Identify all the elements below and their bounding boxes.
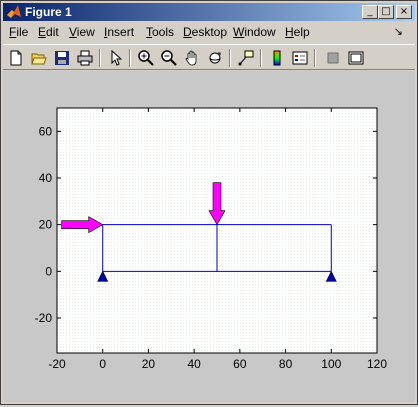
title-bar[interactable]: Figure 1 _ □ × <box>3 3 415 21</box>
x-tick-label: 0 <box>99 357 106 371</box>
open-file-icon[interactable] <box>29 48 49 68</box>
toolbar-separator <box>260 49 262 67</box>
figure-toolbar <box>3 44 415 70</box>
zoom-in-icon[interactable] <box>136 48 156 68</box>
menu-insert[interactable]: Insert <box>104 25 134 39</box>
print-icon[interactable] <box>75 48 95 68</box>
x-tick-label: 100 <box>321 357 341 371</box>
colorbar-icon[interactable] <box>267 48 287 68</box>
y-tick-label: 0 <box>45 264 52 278</box>
pan-hand-icon[interactable] <box>182 48 202 68</box>
hide-plot-tools-icon[interactable] <box>323 48 343 68</box>
close-button[interactable]: × <box>396 5 412 19</box>
figure-window: Figure 1 _ □ × File Edit View Insert Too… <box>0 0 418 405</box>
menu-edit[interactable]: Edit <box>38 25 59 39</box>
toolbar-separator <box>229 49 231 67</box>
maximize-button[interactable]: □ <box>378 5 394 19</box>
x-tick-label: -20 <box>48 357 66 371</box>
data-cursor-icon[interactable] <box>236 48 256 68</box>
menu-tools[interactable]: Tools <box>146 25 174 39</box>
toolbar-separator <box>99 49 101 67</box>
toolbar-separator <box>129 49 131 67</box>
menu-file[interactable]: File <box>9 25 28 39</box>
x-tick-label: 40 <box>187 357 201 371</box>
menu-view[interactable]: View <box>69 25 95 39</box>
zoom-out-icon[interactable] <box>159 48 179 68</box>
x-tick-label: 60 <box>233 357 247 371</box>
window-title: Figure 1 <box>25 5 72 19</box>
menu-window[interactable]: Window <box>233 25 276 39</box>
y-tick-label: 40 <box>39 171 53 185</box>
toolbar-separator <box>314 49 316 67</box>
y-tick-label: 20 <box>39 218 53 232</box>
menu-bar: File Edit View Insert Tools Desktop Wind… <box>3 23 415 42</box>
figure-canvas[interactable]: -20 0 20 40 60 80 100 120 -20 0 20 40 60 <box>3 71 415 402</box>
minimize-button[interactable]: _ <box>362 5 378 19</box>
matlab-logo-icon <box>7 5 21 18</box>
x-tick-label: 120 <box>367 357 387 371</box>
edit-plot-arrow-icon[interactable] <box>106 48 126 68</box>
beam-plot[interactable]: -20 0 20 40 60 80 100 120 -20 0 20 40 60 <box>3 71 415 402</box>
menu-help[interactable]: Help <box>285 25 310 39</box>
legend-icon[interactable] <box>290 48 310 68</box>
y-tick-label: 60 <box>39 124 53 138</box>
dock-arrow-icon[interactable]: ↘ <box>394 25 403 38</box>
x-tick-label: 20 <box>142 357 156 371</box>
rotate-3d-icon[interactable] <box>205 48 225 68</box>
x-tick-label: 80 <box>279 357 293 371</box>
save-icon[interactable] <box>52 48 72 68</box>
menu-desktop[interactable]: Desktop <box>183 25 227 39</box>
y-tick-label: -20 <box>35 311 53 325</box>
new-figure-icon[interactable] <box>6 48 26 68</box>
show-plot-tools-icon[interactable] <box>346 48 366 68</box>
